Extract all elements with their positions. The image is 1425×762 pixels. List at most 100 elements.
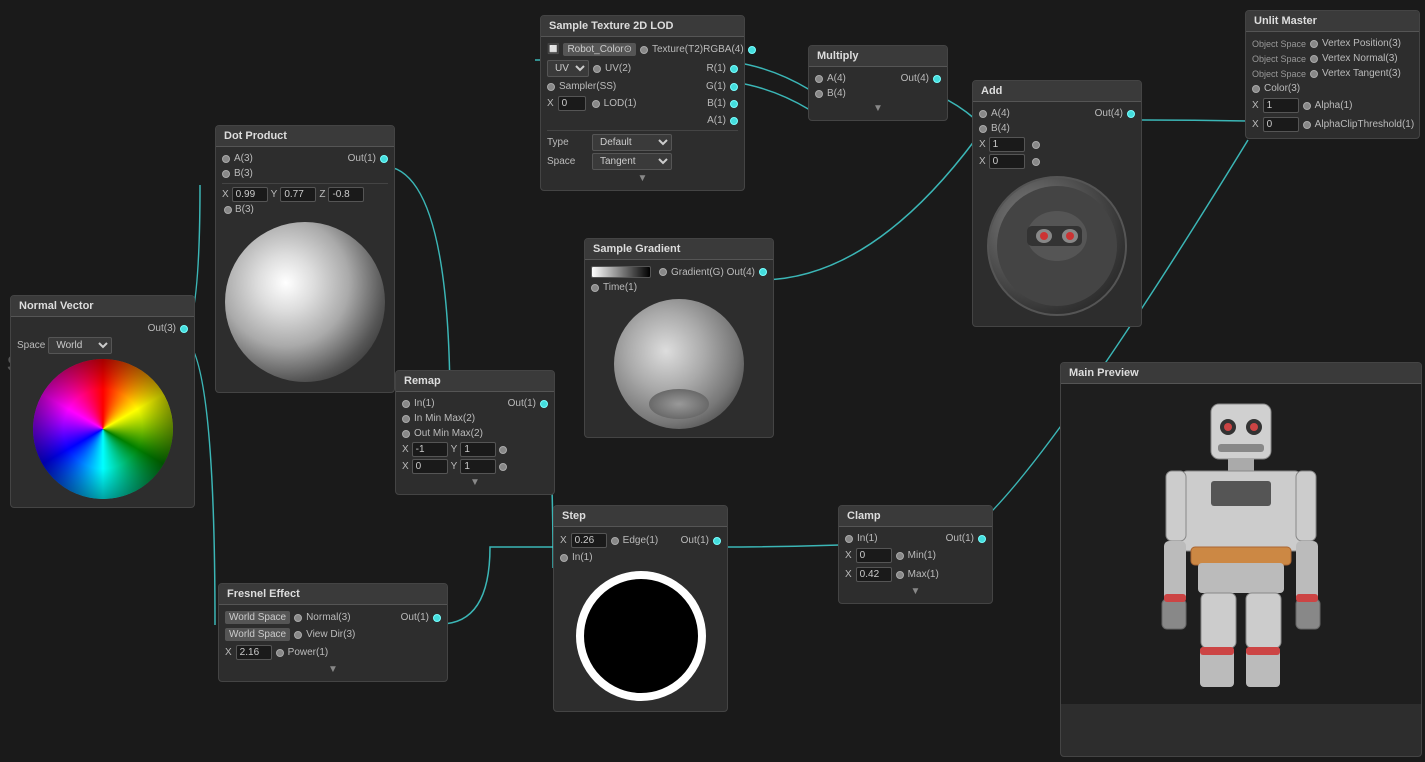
unlit-alphaclip-dot[interactable] [1303,121,1311,129]
robot-preview-area [1061,384,1421,704]
add-a-dot[interactable] [979,110,987,118]
texture-in-dot[interactable] [640,46,648,54]
clamp-collapse[interactable]: ▼ [845,584,986,599]
remap-inminmax-dot[interactable] [402,415,410,423]
space-dropdown[interactable]: World Object Tangent [48,337,112,354]
fresnel-viewdir-dot[interactable] [294,631,302,639]
add-x1-input[interactable] [989,137,1025,152]
port-dot-out1[interactable] [380,155,388,163]
space-field: Space Tangent World Object [547,152,738,171]
sample-gradient-node: Sample Gradient Gradient(G) Out(4) Time(… [584,238,774,438]
type-dropdown[interactable]: Default [592,134,672,151]
robot-sphere-svg [992,181,1122,311]
time-in-dot[interactable] [591,284,599,292]
step-out-dot[interactable] [713,537,721,545]
unlit-vertnorm-dot[interactable] [1310,55,1318,63]
remap-collapse[interactable]: ▼ [402,475,548,490]
unlit-alpha-dot[interactable] [1303,102,1311,110]
step-edge-dot[interactable] [611,537,619,545]
gradient-preview [614,299,744,429]
multiply-b-row: B(4) [815,86,941,101]
gradient-in-dot[interactable] [659,268,667,276]
normal-vector-out-row: Out(3) [17,321,188,336]
remap-in-dot[interactable] [402,400,410,408]
add-b-dot[interactable] [979,125,987,133]
clamp-in-row: In(1) Out(1) [845,531,986,546]
multiply-out-dot[interactable] [933,75,941,83]
add-x1-dot[interactable] [1032,141,1040,149]
remap-xy1-dot[interactable] [499,446,507,454]
unlit-color-row: Color(3) [1252,81,1413,96]
fresnel-collapse[interactable]: ▼ [225,662,441,677]
add-preview-sphere [987,176,1127,316]
normal-vector-out-dot[interactable] [180,325,188,333]
port-dot-b[interactable] [222,170,230,178]
rgba-out-dot[interactable] [748,46,756,54]
input-z[interactable] [328,187,364,202]
step-x[interactable] [571,533,607,548]
add-out-dot[interactable] [1127,110,1135,118]
unlit-verttang-dot[interactable] [1310,70,1318,78]
sample-texture-2d-lod-node: Sample Texture 2D LOD 🔲 Robot_Color⊙ Tex… [540,15,745,191]
unlit-vertpos-row: Object Space Vertex Position(3) [1252,36,1413,51]
clamp-out-dot[interactable] [978,535,986,543]
add-x2-dot[interactable] [1032,158,1040,166]
multiply-b-dot[interactable] [815,90,823,98]
step-header: Step [554,506,727,527]
add-x1-field: X [979,136,1135,153]
add-a-row: A(4) Out(4) [979,106,1135,121]
uv-in-dot[interactable] [593,65,601,73]
space-dropdown-tex[interactable]: Tangent World Object [592,153,672,170]
remap-x2[interactable] [412,459,448,474]
port-dot-b2[interactable] [224,206,232,214]
step-in-dot[interactable] [560,554,568,562]
r-out-dot[interactable] [730,65,738,73]
multiply-collapse[interactable]: ▼ [815,101,941,116]
unlit-vertnorm-row: Object Space Vertex Normal(3) [1252,51,1413,66]
remap-header: Remap [396,371,554,392]
remap-x1[interactable] [412,442,448,457]
fresnel-out-dot[interactable] [433,614,441,622]
add-x2-field: X [979,153,1135,170]
lod-dot[interactable] [592,100,600,108]
g-out-dot[interactable] [730,83,738,91]
remap-outminmax-dot[interactable] [402,430,410,438]
time-port-row: Time(1) [591,280,767,295]
unlit-color-dot[interactable] [1252,85,1260,93]
fresnel-power-dot[interactable] [276,649,284,657]
gradient-out-dot[interactable] [759,268,767,276]
robot-svg [1156,399,1326,689]
remap-y2[interactable] [460,459,496,474]
clamp-max-dot[interactable] [896,571,904,579]
type-field: Type Default [547,133,738,152]
a-out-dot[interactable] [730,117,738,125]
unlit-alpha-x[interactable] [1263,98,1299,113]
b-out-dot[interactable] [730,100,738,108]
clamp-min-input[interactable] [856,548,892,563]
remap-xy2-dot[interactable] [499,463,507,471]
multiply-a-dot[interactable] [815,75,823,83]
remap-out-dot[interactable] [540,400,548,408]
unlit-alphaclip-x[interactable] [1263,117,1299,132]
sampler-in-dot[interactable] [547,83,555,91]
remap-y1[interactable] [460,442,496,457]
port-dot-a[interactable] [222,155,230,163]
fresnel-power-input[interactable] [236,645,272,660]
add-x2-input[interactable] [989,154,1025,169]
clamp-max-input[interactable] [856,567,892,582]
input-y[interactable] [280,187,316,202]
remap-node: Remap In(1) Out(1) In Min Max(2) Out Min… [395,370,555,495]
clamp-min-row: X Min(1) [845,546,986,565]
lod-x-input[interactable] [558,96,586,111]
remap-inminmax-row: In Min Max(2) [402,411,548,426]
clamp-min-dot[interactable] [896,552,904,560]
clamp-in-dot[interactable] [845,535,853,543]
fresnel-normal-dot[interactable] [294,614,302,622]
clamp-header: Clamp [839,506,992,527]
remap-outminmax-row: Out Min Max(2) [402,426,548,441]
input-x[interactable] [232,187,268,202]
unlit-vertpos-dot[interactable] [1310,40,1318,48]
collapse-btn-tex[interactable]: ▼ [547,171,738,186]
fresnel-normal-row: World Space Normal(3) Out(1) [225,609,441,626]
uv-dropdown[interactable]: UV0UV1 [547,60,589,77]
